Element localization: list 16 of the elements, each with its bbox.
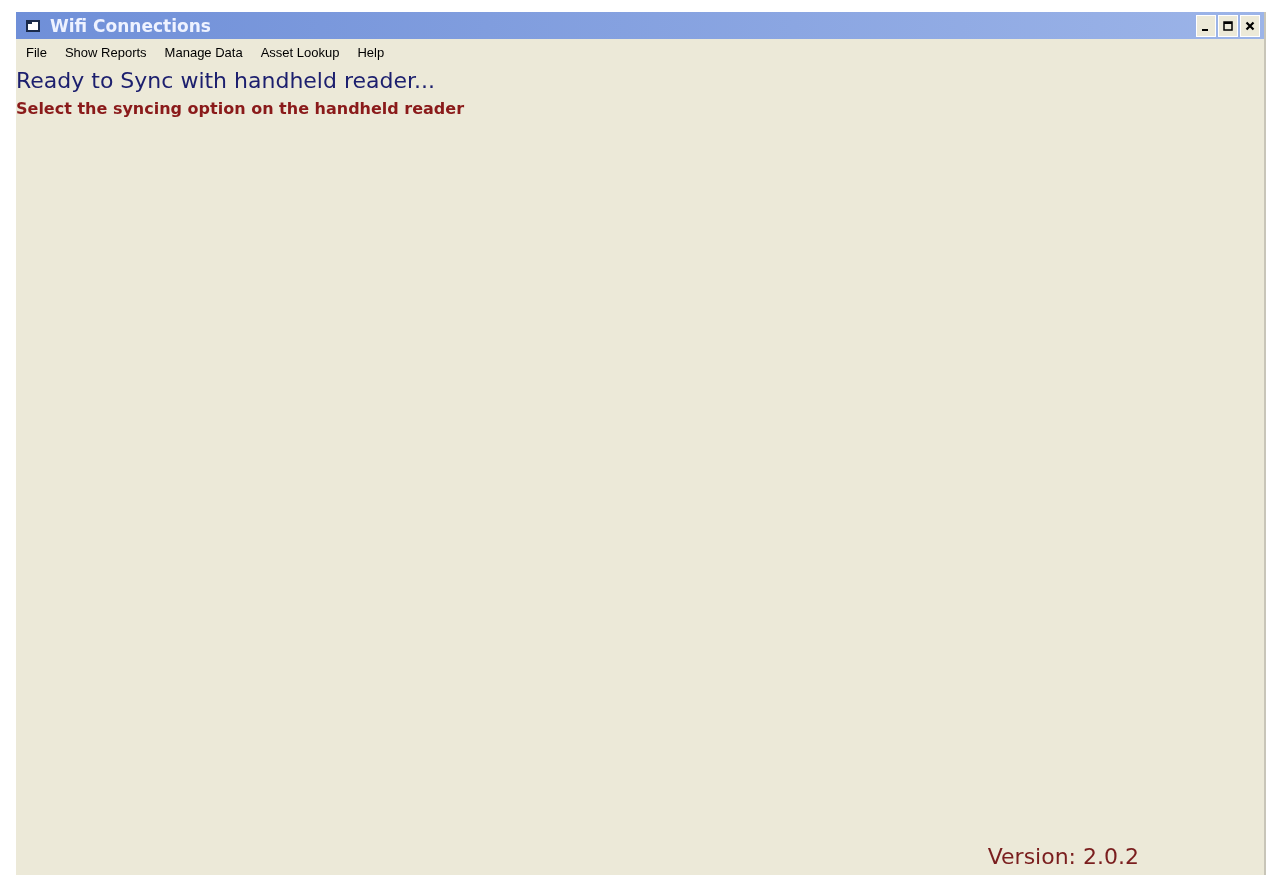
- minimize-button[interactable]: [1196, 14, 1216, 37]
- maximize-icon: [1223, 20, 1233, 31]
- menu-item[interactable]: Asset Lookup: [260, 45, 340, 60]
- menu-item[interactable]: Manage Data: [164, 45, 243, 60]
- version-label: Version: 2.0.2: [987, 844, 1139, 869]
- close-icon: [1245, 20, 1255, 31]
- maximize-button[interactable]: [1218, 14, 1238, 37]
- window-icon: [26, 19, 40, 32]
- menu-item[interactable]: Help: [357, 45, 385, 60]
- menu-item[interactable]: File: [26, 45, 47, 60]
- instruction-text: Select the syncing option on the handheld reader: [16, 99, 466, 118]
- close-button[interactable]: [1240, 14, 1260, 37]
- menu-item[interactable]: Show Reports: [64, 45, 147, 60]
- minimize-icon: [1202, 28, 1208, 31]
- window-title: Wifi Connections: [50, 15, 211, 36]
- status-heading: Ready to Sync with handheld reader...: [16, 68, 437, 93]
